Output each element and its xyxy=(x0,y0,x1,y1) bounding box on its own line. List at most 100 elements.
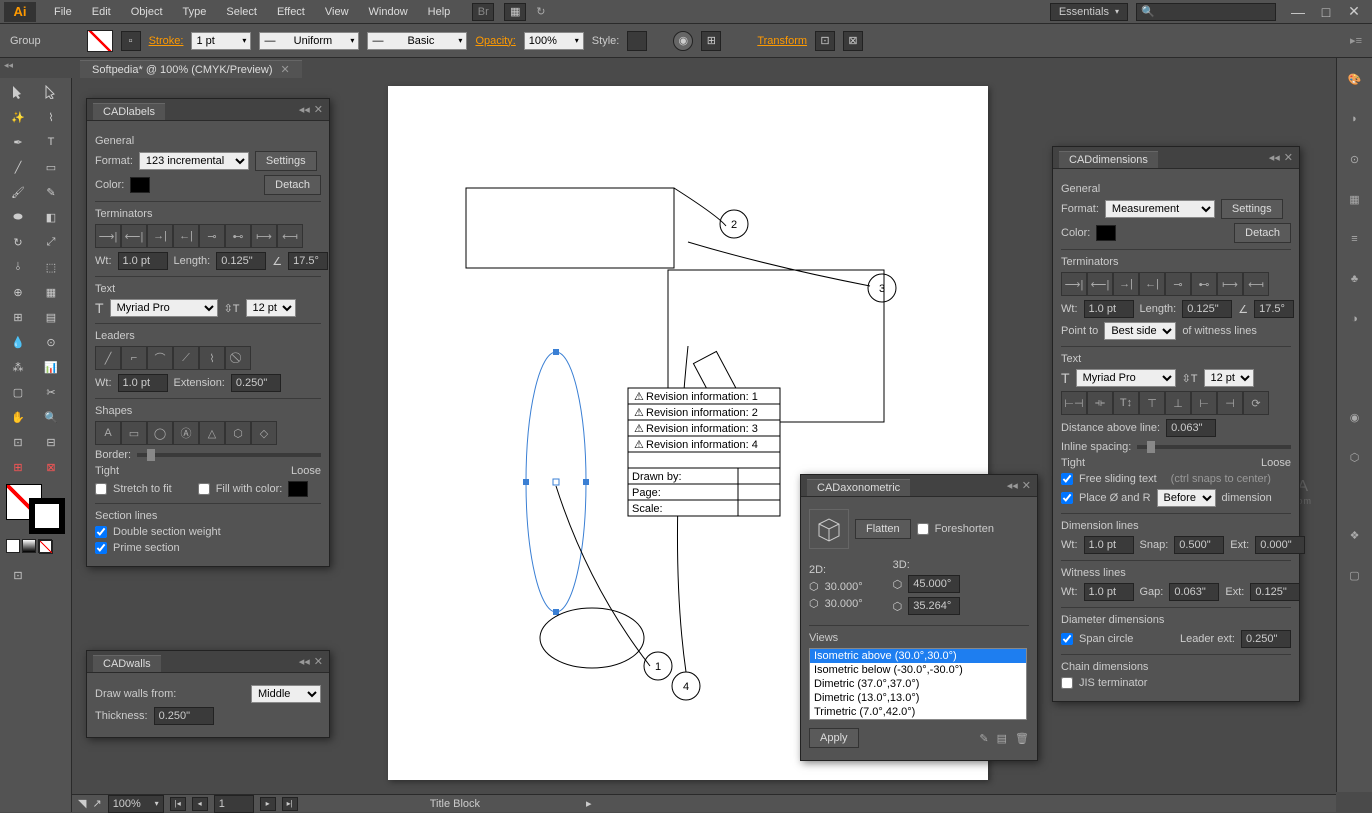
opacity-dd[interactable]: 100%▾ xyxy=(524,32,584,50)
graphic-styles-panel-icon[interactable]: ⬡ xyxy=(1344,446,1366,468)
shape-7[interactable]: ◇ xyxy=(251,421,277,445)
t3[interactable]: →| xyxy=(1113,272,1139,296)
trash-icon[interactable]: 🗑 xyxy=(1015,732,1029,745)
thickness-input[interactable] xyxy=(154,707,214,725)
cadwalls-tab[interactable]: CADwalls xyxy=(93,655,161,672)
wt3-input[interactable] xyxy=(1084,300,1134,318)
stroke-weight-dd[interactable]: 1 pt▾ xyxy=(191,32,251,50)
pen-tool[interactable]: ✒ xyxy=(2,130,34,154)
layers-panel-icon[interactable]: ❖ xyxy=(1344,524,1366,546)
collapse-icon[interactable]: ◂◂ xyxy=(299,103,310,116)
ext2-input[interactable] xyxy=(1255,536,1305,554)
gap-input[interactable] xyxy=(1169,583,1219,601)
term-1[interactable]: ⟶| xyxy=(95,224,121,248)
menu-object[interactable]: Object xyxy=(121,0,173,24)
list-item[interactable]: Dimetric (37.0°,37.0°) xyxy=(810,677,1026,691)
term-4[interactable]: ←| xyxy=(173,224,199,248)
menu-file[interactable]: File xyxy=(44,0,82,24)
transform-label[interactable]: Transform xyxy=(757,35,807,47)
list-item[interactable]: Trimetric (7.0°,42.0°) xyxy=(810,705,1026,719)
3d-angle1-input[interactable] xyxy=(908,575,960,593)
distabove-input[interactable] xyxy=(1166,419,1216,437)
blend-tool[interactable]: ⊙ xyxy=(35,330,67,354)
close-icon[interactable]: ✕ xyxy=(314,103,323,116)
t1[interactable]: ⟶| xyxy=(1061,272,1087,296)
nav-prev[interactable]: ◂ xyxy=(192,797,208,811)
paintbrush-tool[interactable]: 🖌 xyxy=(2,180,34,204)
fill-checkbox[interactable]: Fill with color: xyxy=(198,483,283,495)
stroke-label[interactable]: Stroke: xyxy=(149,35,184,47)
artboard-tool[interactable]: ▢ xyxy=(2,380,34,404)
screen-mode-tool[interactable]: ⊡ xyxy=(2,563,34,587)
shape-5[interactable]: △ xyxy=(199,421,225,445)
close-icon[interactable]: ✕ xyxy=(1022,479,1031,492)
zoom-tool[interactable]: 🔍 xyxy=(35,405,67,429)
search-input[interactable]: 🔍 xyxy=(1136,3,1276,21)
shape-3[interactable]: ◯ xyxy=(147,421,173,445)
font-dd[interactable]: Myriad Pro xyxy=(110,299,218,317)
color-mode-swatches[interactable] xyxy=(6,539,52,553)
term-2[interactable]: ⟵| xyxy=(121,224,147,248)
term-7[interactable]: ⟼ xyxy=(251,224,277,248)
stroke-profile-dd[interactable]: — Uniform▾ xyxy=(259,32,359,50)
swatches-panel-icon[interactable]: ◗ xyxy=(1344,108,1366,130)
brush-dd[interactable]: — Basic▾ xyxy=(367,32,467,50)
export-icon[interactable]: ↗ xyxy=(92,797,101,810)
leader-5[interactable]: ⌇ xyxy=(199,346,225,370)
rotate-tool[interactable]: ↻ xyxy=(2,230,34,254)
fill-swatch[interactable] xyxy=(87,30,113,52)
leaderext-input[interactable] xyxy=(1241,630,1291,648)
cad-tool-3[interactable]: ⊞ xyxy=(2,455,34,479)
transparency-panel-icon[interactable]: ◑ xyxy=(1344,308,1366,330)
list-item[interactable]: Isometric above (30.0°,30.0°) xyxy=(810,649,1026,663)
recolor-button[interactable]: ◉ xyxy=(673,31,693,51)
gradient-tool[interactable]: ▤ xyxy=(35,305,67,329)
cube-icon-1[interactable]: ⬡ xyxy=(809,580,819,593)
foreshorten-checkbox[interactable]: Foreshorten xyxy=(917,523,994,535)
eraser-tool[interactable]: ◧ xyxy=(35,205,67,229)
t8[interactable]: ⟻ xyxy=(1243,272,1269,296)
sync-icon[interactable]: ↻ xyxy=(536,5,545,18)
angle2-input[interactable] xyxy=(1254,300,1294,318)
inline-slider[interactable] xyxy=(1137,445,1291,449)
width-tool[interactable]: ⫰ xyxy=(2,255,34,279)
pencil-tool[interactable]: ✎ xyxy=(35,180,67,204)
p6[interactable]: ⊢ xyxy=(1191,391,1217,415)
direct-selection-tool[interactable] xyxy=(35,80,67,104)
cadlabels-tab[interactable]: CADlabels xyxy=(93,103,165,120)
freeslide-checkbox[interactable]: Free sliding text(ctrl snaps to center) xyxy=(1061,473,1291,485)
panel-menu-icon[interactable]: ▸≡ xyxy=(1350,34,1362,47)
layer-menu-icon[interactable]: ▸ xyxy=(586,797,592,810)
detach-button[interactable]: Detach xyxy=(264,175,321,195)
shape-2[interactable]: ▭ xyxy=(121,421,147,445)
caddim-tab[interactable]: CADdimensions xyxy=(1059,151,1158,168)
shape-6[interactable]: ⬡ xyxy=(225,421,251,445)
stroke-swatch[interactable]: ▫ xyxy=(121,31,141,51)
menu-type[interactable]: Type xyxy=(173,0,217,24)
selection-tool[interactable] xyxy=(2,80,34,104)
symbols-panel-icon[interactable]: ▦ xyxy=(1344,188,1366,210)
nav-next[interactable]: ▸ xyxy=(260,797,276,811)
ext-input[interactable] xyxy=(231,374,281,392)
jis-checkbox[interactable]: JIS terminator xyxy=(1061,677,1291,689)
style-swatch[interactable] xyxy=(627,31,647,51)
lasso-tool[interactable]: ⌇ xyxy=(35,105,67,129)
p1[interactable]: ⊢⊣ xyxy=(1061,391,1087,415)
wt2-input[interactable] xyxy=(118,374,168,392)
perspective-tool[interactable]: ▦ xyxy=(35,280,67,304)
wt5-input[interactable] xyxy=(1084,583,1134,601)
graph-tool[interactable]: 📊 xyxy=(35,355,67,379)
settings-button[interactable]: Settings xyxy=(255,151,317,171)
type-tool[interactable]: T xyxy=(35,130,67,154)
term-5[interactable]: ⊸ xyxy=(199,224,225,248)
collapse-icon[interactable]: ◂◂ xyxy=(1269,151,1280,164)
leader-1[interactable]: ╱ xyxy=(95,346,121,370)
color2-swatch[interactable] xyxy=(1096,225,1116,241)
cad-tool-4[interactable]: ⊠ xyxy=(35,455,67,479)
wt-input[interactable] xyxy=(118,252,168,270)
term-6[interactable]: ⊷ xyxy=(225,224,251,248)
format-dd[interactable]: 123 incremental xyxy=(139,152,249,170)
spancircle-checkbox[interactable]: Span circle xyxy=(1061,633,1133,645)
t6[interactable]: ⊷ xyxy=(1191,272,1217,296)
term-8[interactable]: ⟻ xyxy=(277,224,303,248)
